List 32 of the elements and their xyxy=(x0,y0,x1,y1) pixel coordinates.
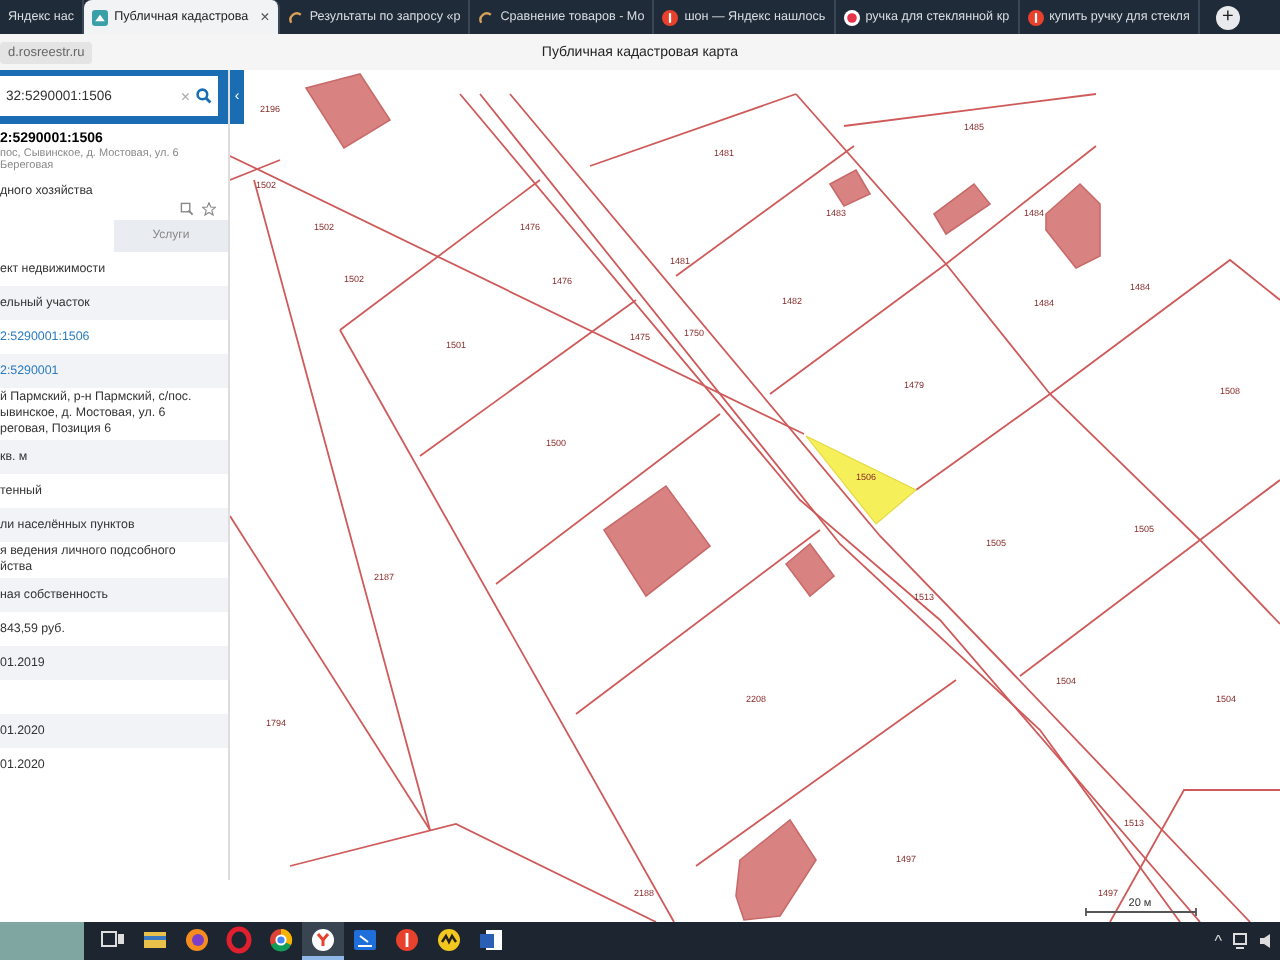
speaker-icon[interactable] xyxy=(1258,932,1274,950)
building-shape xyxy=(602,484,712,598)
tray-caret[interactable]: ^ xyxy=(1214,932,1222,950)
loading-icon xyxy=(287,9,304,25)
network-icon[interactable] xyxy=(1232,932,1248,950)
close-tab-button[interactable]: × xyxy=(260,8,270,26)
browser-icon[interactable] xyxy=(312,929,334,951)
selected-parcel[interactable] xyxy=(805,435,918,525)
app-icon[interactable] xyxy=(438,929,460,951)
task-view-icon[interactable] xyxy=(101,931,124,947)
building-shape xyxy=(784,542,836,598)
building-shape xyxy=(1045,182,1101,269)
letter-icon xyxy=(662,9,679,25)
app-icon[interactable] xyxy=(354,930,376,950)
new-tab-button[interactable]: + xyxy=(1215,5,1240,29)
building-shape xyxy=(828,168,872,207)
zoom-to-icon[interactable] xyxy=(180,202,194,216)
circle-icon xyxy=(843,9,860,25)
map-icon xyxy=(92,9,109,25)
letter-icon[interactable] xyxy=(396,929,418,951)
ball-icon[interactable] xyxy=(270,929,293,952)
scale-bar xyxy=(1085,907,1197,917)
search-icon[interactable] xyxy=(196,88,212,104)
building-shape xyxy=(735,818,817,921)
loading-icon xyxy=(478,9,495,25)
folder-icon[interactable] xyxy=(144,932,166,948)
building-shape xyxy=(932,182,992,236)
fox-icon[interactable] xyxy=(186,929,208,951)
letter-icon xyxy=(1027,9,1044,25)
star-icon[interactable] xyxy=(202,202,216,216)
document-icon[interactable] xyxy=(480,930,502,950)
ring-icon[interactable] xyxy=(226,926,252,954)
